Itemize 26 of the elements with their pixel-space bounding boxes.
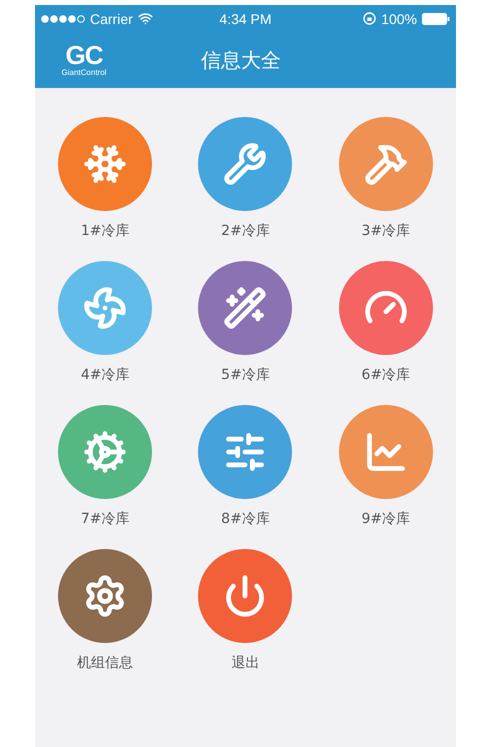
- logo-mark: GC: [66, 42, 102, 68]
- menu-tile[interactable]: 机组信息: [35, 549, 176, 672]
- battery-percent: 100%: [381, 10, 417, 26]
- rotation-lock-icon: [363, 12, 376, 25]
- wrench-icon: [223, 142, 268, 186]
- magic-wand-icon: [223, 286, 268, 330]
- menu-tile[interactable]: 3#冷库: [316, 117, 456, 240]
- snowflake-icon: [83, 142, 128, 186]
- page-title: 信息大全: [201, 46, 281, 74]
- wifi-icon: [138, 11, 153, 26]
- menu-tile[interactable]: 5#冷库: [175, 261, 316, 384]
- menu-tile[interactable]: 1#冷库: [35, 117, 176, 240]
- menu-tile[interactable]: 2#冷库: [175, 117, 316, 240]
- logo-text: GiantControl: [62, 68, 106, 78]
- menu-tile[interactable]: 8#冷库: [175, 405, 316, 528]
- menu-tile[interactable]: 9#冷库: [316, 405, 456, 528]
- status-time: 4:34 PM: [219, 10, 272, 26]
- fan-icon: [83, 286, 128, 330]
- signal-icon: [41, 14, 85, 22]
- menu-tile[interactable]: 6#冷库: [316, 261, 456, 384]
- menu-tile[interactable]: 7#冷库: [35, 405, 176, 528]
- hammer-icon: [364, 142, 408, 186]
- menu-tile[interactable]: 退出: [175, 549, 316, 672]
- battery-icon: [422, 12, 450, 24]
- menu-tile[interactable]: 4#冷库: [35, 261, 176, 384]
- carrier-name: Carrier: [90, 10, 133, 26]
